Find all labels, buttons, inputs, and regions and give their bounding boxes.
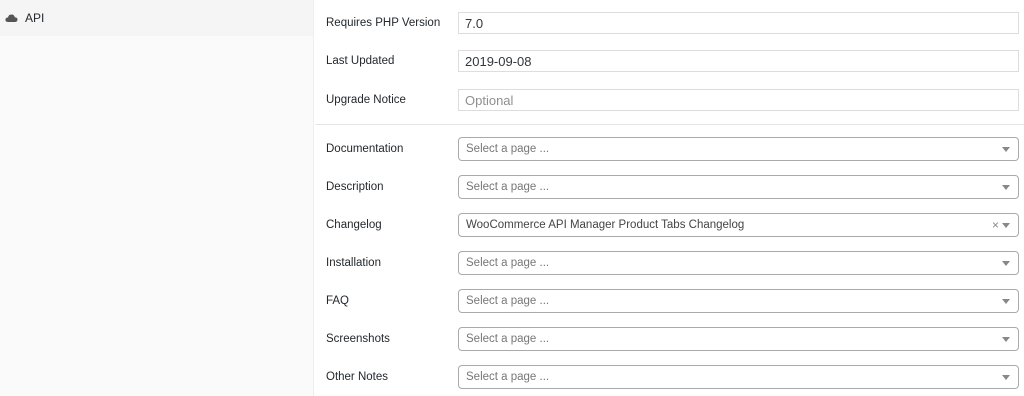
chevron-down-icon [1002, 260, 1010, 266]
chevron-down-icon [1002, 298, 1010, 304]
changelog-select-value: WooCommerce API Manager Product Tabs Cha… [466, 219, 745, 231]
installation-select[interactable]: Select a page ... [458, 251, 1019, 275]
chevron-down-icon [1002, 146, 1010, 152]
row-other-notes: Other Notes Select a page ... [315, 358, 1024, 396]
description-label: Description [326, 181, 384, 193]
row-changelog: Changelog WooCommerce API Manager Produc… [315, 206, 1024, 244]
row-documentation: Documentation Select a page ... [315, 130, 1024, 168]
cloud-icon [5, 13, 18, 23]
sidebar-tab-api[interactable]: API [0, 0, 313, 36]
documentation-label: Documentation [326, 143, 404, 155]
faq-select-value: Select a page ... [466, 295, 550, 307]
other-notes-label: Other Notes [326, 371, 388, 383]
last-updated-label: Last Updated [326, 55, 395, 67]
php-version-label: Requires PHP Version [326, 17, 441, 29]
installation-label: Installation [326, 257, 381, 269]
chevron-down-icon [1002, 374, 1010, 380]
row-installation: Installation Select a page ... [315, 244, 1024, 282]
php-version-field[interactable] [458, 12, 1019, 34]
sidebar-tab-label: API [25, 11, 45, 25]
screenshots-select[interactable]: Select a page ... [458, 327, 1019, 351]
chevron-down-icon [1002, 336, 1010, 342]
row-upgrade-notice: Upgrade Notice [315, 81, 1024, 119]
chevron-down-icon [1002, 184, 1010, 190]
row-faq: FAQ Select a page ... [315, 282, 1024, 320]
screenshots-select-value: Select a page ... [466, 333, 550, 345]
row-description: Description Select a page ... [315, 168, 1024, 206]
installation-select-value: Select a page ... [466, 257, 550, 269]
changelog-select[interactable]: WooCommerce API Manager Product Tabs Cha… [458, 213, 1019, 237]
documentation-select-value: Select a page ... [466, 143, 550, 155]
documentation-select[interactable]: Select a page ... [458, 137, 1019, 161]
changelog-label: Changelog [326, 219, 382, 231]
other-notes-select[interactable]: Select a page ... [458, 365, 1019, 389]
chevron-down-icon [1002, 222, 1010, 228]
upgrade-notice-field[interactable] [458, 89, 1019, 111]
screenshots-label: Screenshots [326, 333, 390, 345]
upgrade-notice-label: Upgrade Notice [326, 94, 406, 106]
faq-label: FAQ [326, 295, 350, 307]
other-notes-select-value: Select a page ... [466, 371, 550, 383]
last-updated-field[interactable] [458, 50, 1019, 72]
section-divider [315, 124, 1024, 125]
faq-select[interactable]: Select a page ... [458, 289, 1019, 313]
description-select-value: Select a page ... [466, 181, 550, 193]
clear-icon[interactable]: × [992, 218, 999, 232]
row-last-updated: Last Updated [315, 42, 1024, 80]
row-screenshots: Screenshots Select a page ... [315, 320, 1024, 358]
row-php-version: Requires PHP Version [315, 4, 1024, 42]
product-data-tabs: API [0, 0, 314, 396]
description-select[interactable]: Select a page ... [458, 175, 1019, 199]
